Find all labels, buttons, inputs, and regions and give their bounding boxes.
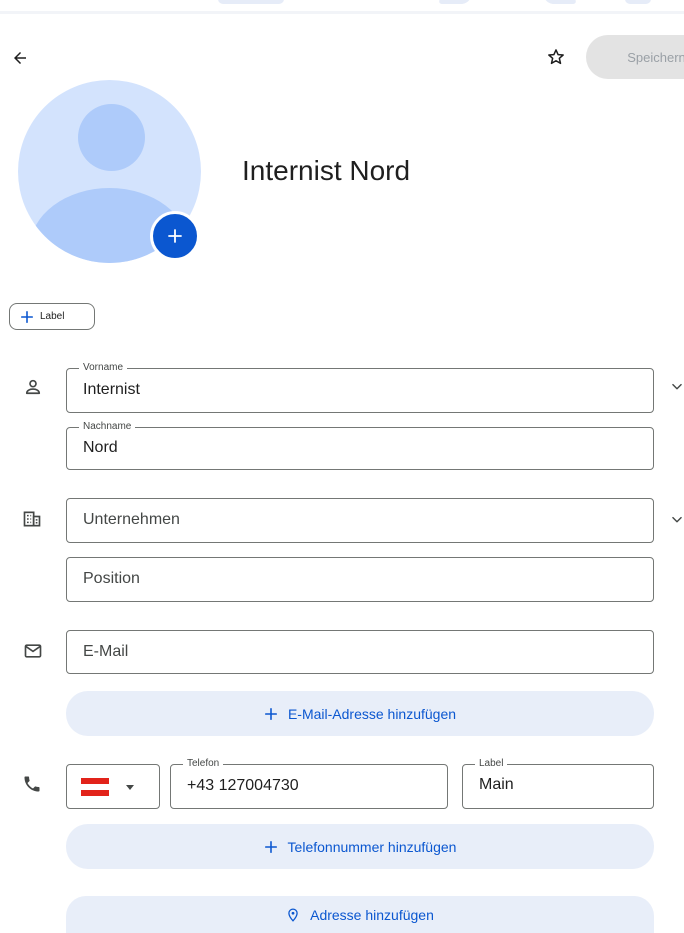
phone-field[interactable]: Telefon +43 127004730 [170, 758, 448, 809]
expand-name-button[interactable] [668, 378, 684, 396]
add-phone-label: Telefonnummer hinzufügen [287, 838, 457, 855]
mail-icon [22, 640, 44, 662]
first-name-value: Internist [83, 381, 140, 398]
location-pin-icon [288, 908, 298, 922]
email-field[interactable]: E-Mail [66, 630, 654, 674]
add-address-button[interactable]: Adresse hinzufügen [66, 896, 654, 933]
avatar-head-shape [78, 104, 145, 171]
expand-company-button[interactable] [668, 511, 684, 529]
email-placeholder: E-Mail [83, 643, 129, 660]
person-icon [22, 376, 44, 398]
top-banner-fragment [0, 0, 684, 14]
add-phone-button[interactable]: Telefonnummer hinzufügen [66, 824, 654, 869]
plus-icon [20, 310, 34, 323]
country-code-select[interactable] [66, 764, 160, 809]
phone-value: +43 127004730 [187, 777, 299, 794]
add-email-label: E-Mail-Adresse hinzufügen [287, 705, 457, 722]
first-name-field[interactable]: Vorname Internist [66, 362, 654, 413]
chevron-down-icon [672, 383, 682, 390]
plus-icon [264, 707, 277, 720]
last-name-value: Nord [83, 439, 118, 456]
add-label-button[interactable]: Label [9, 303, 95, 330]
add-address-label: Adresse hinzufügen [310, 906, 434, 923]
back-button[interactable] [8, 46, 32, 70]
star-icon [548, 49, 564, 65]
phone-type-label: Label [475, 758, 508, 770]
last-name-field[interactable]: Nachname Nord [66, 421, 654, 470]
favorite-button[interactable] [544, 45, 568, 69]
last-name-label: Nachname [79, 421, 136, 433]
contact-display-name: Internist Nord [242, 155, 411, 186]
phone-type-value: Main [479, 776, 514, 793]
arrow-back-icon [14, 52, 26, 64]
add-label-text: Label [40, 311, 65, 322]
building-icon [21, 508, 43, 530]
phone-icon [21, 773, 43, 795]
position-field[interactable]: Position [66, 557, 654, 602]
phone-type-field[interactable]: Label Main [462, 758, 654, 809]
austria-flag-icon [81, 778, 109, 796]
chevron-down-icon [672, 516, 682, 523]
plus-icon [264, 840, 277, 853]
first-name-label: Vorname [79, 362, 128, 374]
position-placeholder: Position [83, 570, 140, 587]
company-field[interactable]: Unternehmen [66, 498, 654, 543]
dropdown-caret-icon [126, 785, 134, 790]
plus-icon [168, 229, 182, 243]
company-placeholder: Unternehmen [83, 511, 180, 528]
phone-label: Telefon [183, 758, 224, 770]
add-email-button[interactable]: E-Mail-Adresse hinzufügen [66, 691, 654, 736]
save-button[interactable]: Speichern [586, 35, 684, 79]
add-photo-button[interactable] [150, 211, 200, 261]
